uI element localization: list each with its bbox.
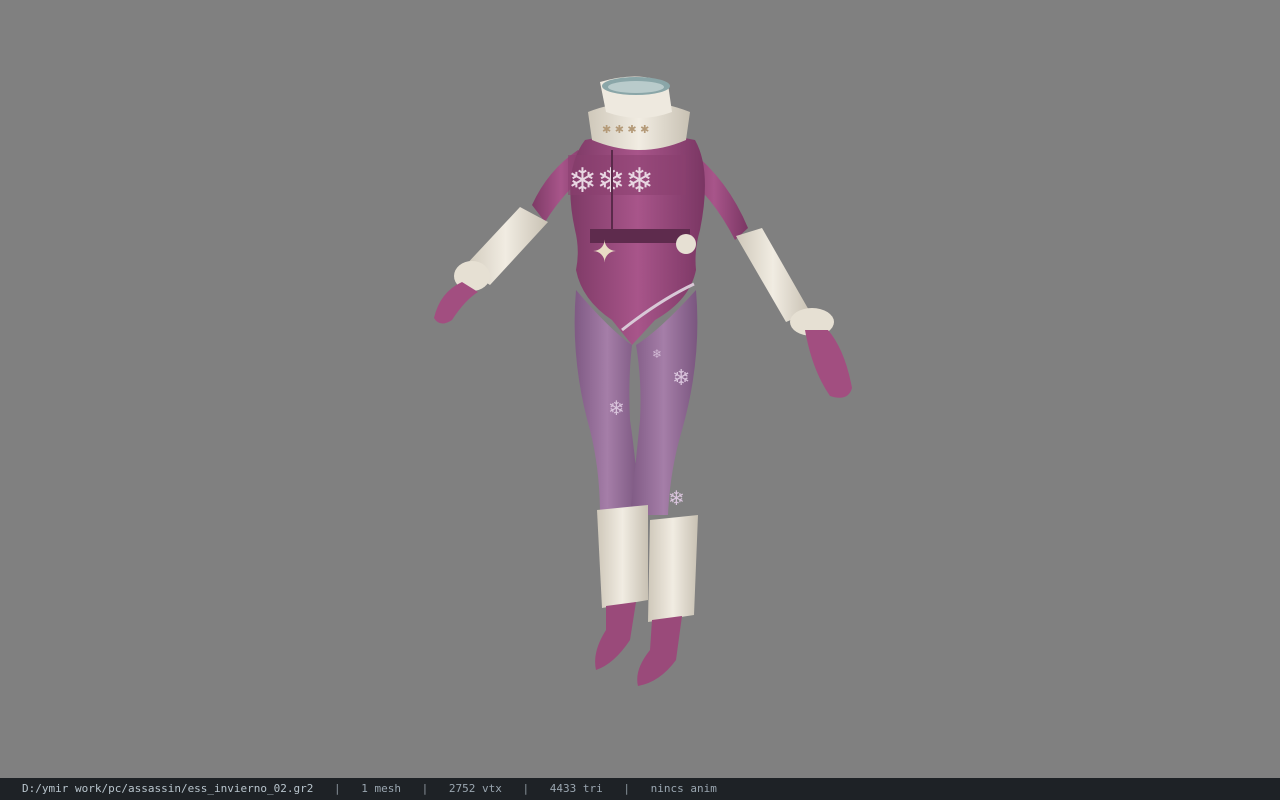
svg-text:❄❄❄: ❄❄❄ [568, 161, 653, 201]
svg-text:❄: ❄ [668, 486, 685, 510]
status-mesh-count: 1 mesh [361, 782, 402, 795]
status-bar: D:/ymir work/pc/assassin/ess_invierno_02… [0, 778, 1280, 800]
turtleneck-collar: ✱ ✱ ✱ ✱ [588, 76, 690, 150]
svg-text:❄: ❄ [672, 366, 690, 391]
status-separator: | [522, 782, 530, 795]
leg-warmers [597, 505, 698, 622]
3d-viewport[interactable]: ❄ ❄ ❄ ❄ ❄❄❄ ✦ ✱ ✱ ✱ ✱ [0, 0, 1280, 778]
svg-text:✦: ✦ [592, 235, 617, 270]
status-separator: | [421, 782, 429, 795]
status-separator: | [334, 782, 341, 795]
character-model-render: ❄ ❄ ❄ ❄ ❄❄❄ ✦ ✱ ✱ ✱ ✱ [434, 76, 852, 686]
svg-text:❄: ❄ [652, 347, 662, 361]
status-triangle-count: 4433 tri [549, 782, 603, 795]
status-separator: | [623, 782, 630, 795]
left-arm [434, 150, 590, 324]
svg-text:✱ ✱ ✱ ✱: ✱ ✱ ✱ ✱ [602, 123, 649, 136]
status-file-path: D:/ymir work/pc/assassin/ess_invierno_02… [22, 782, 314, 795]
right-arm [680, 150, 852, 398]
svg-text:❄: ❄ [608, 396, 625, 420]
status-animation: nincs anim [650, 782, 717, 795]
status-vertex-count: 2752 vtx [448, 782, 502, 795]
